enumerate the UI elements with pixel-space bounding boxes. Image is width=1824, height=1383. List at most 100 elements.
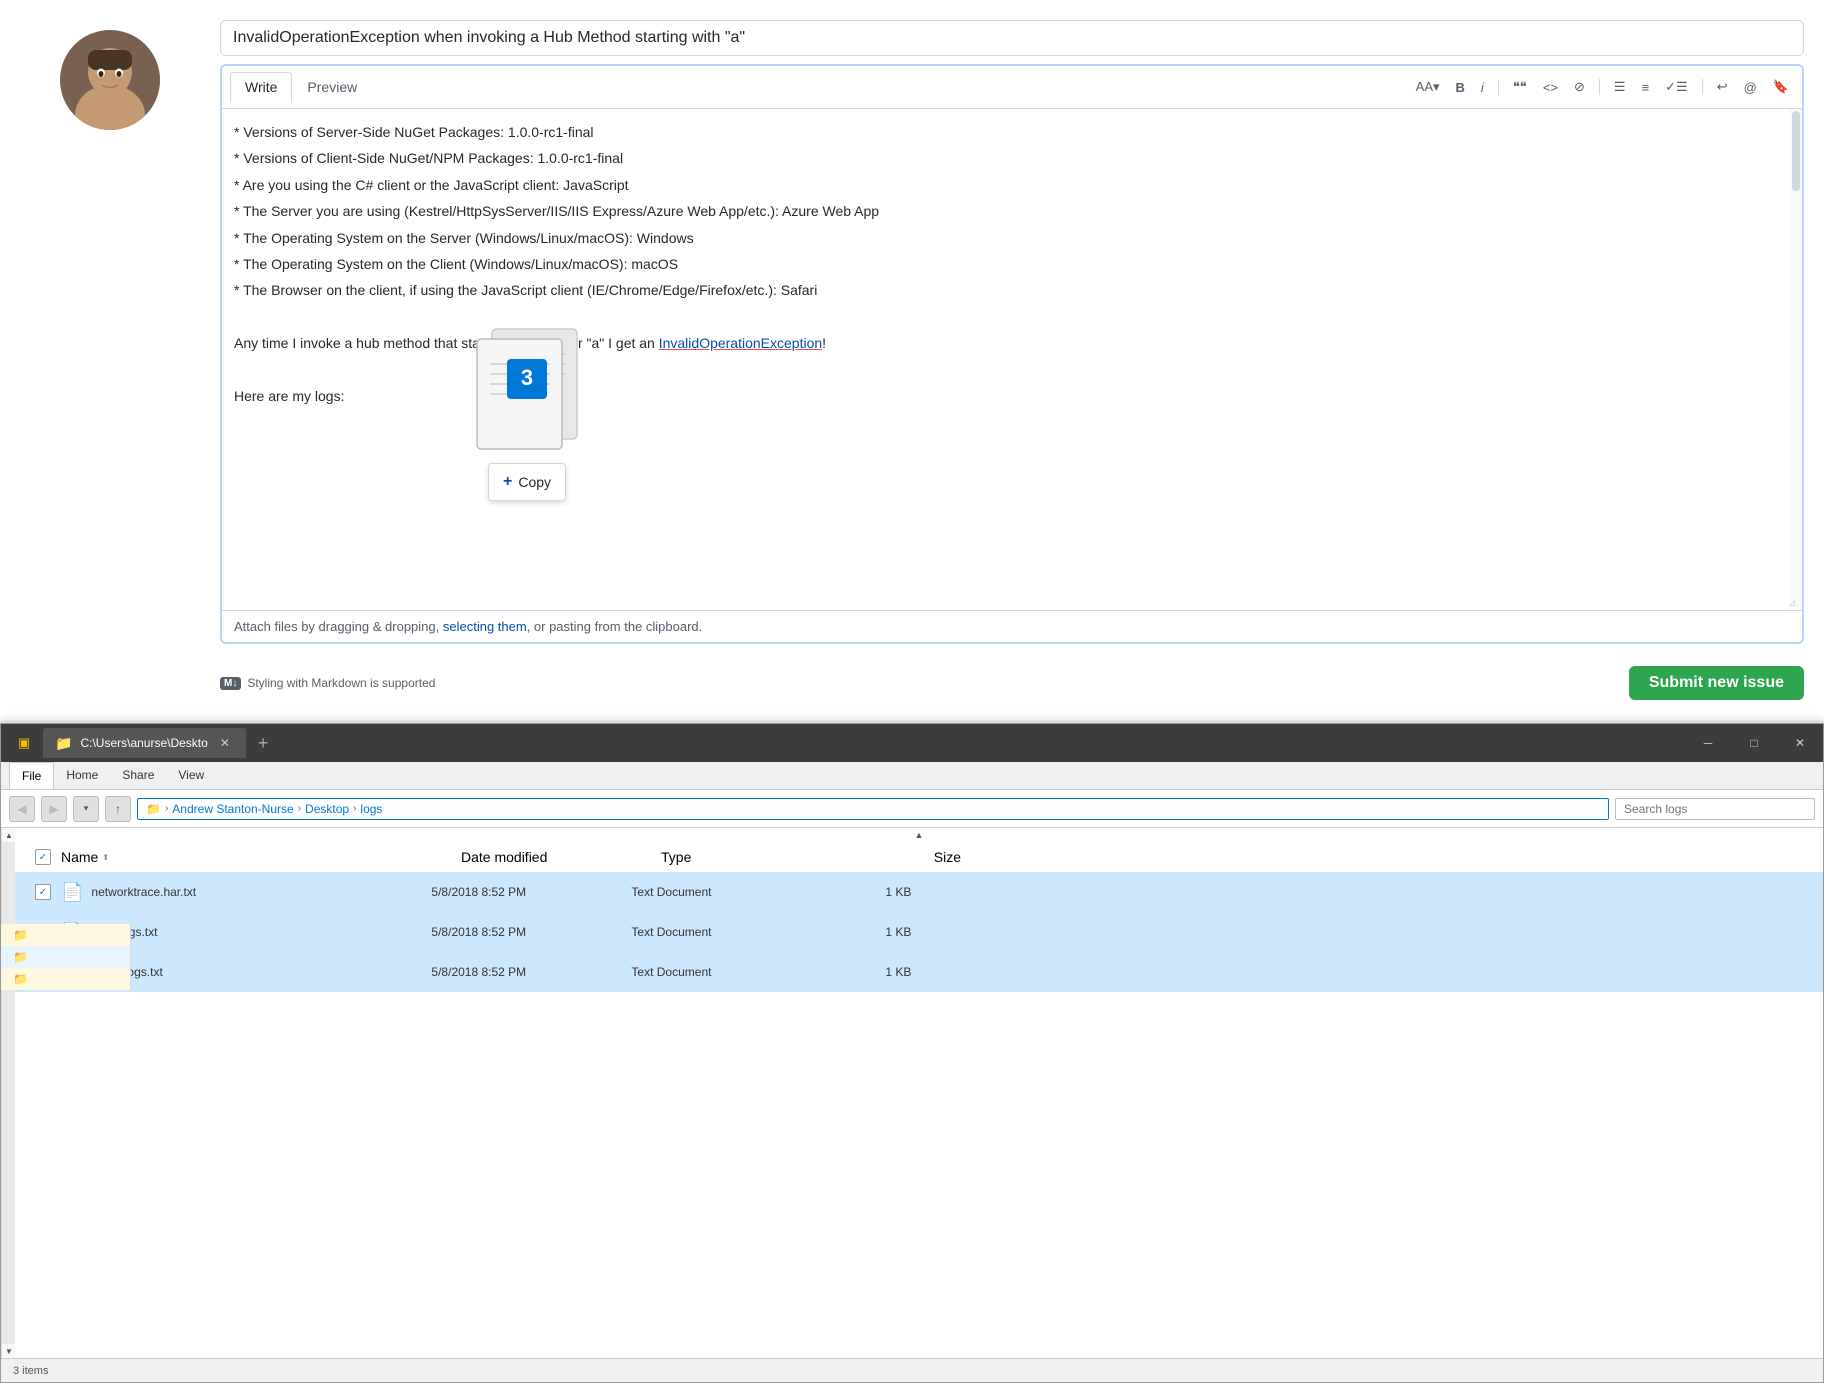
fe-sort-arrow-above: ▲ [15, 828, 1823, 842]
fe-row-checkbox-1[interactable]: ✓ [35, 884, 51, 900]
editor-tabs-bar: Write Preview AA▾ B i ❝❝ <> ⊘ ☰ ≡ ✓☰ ↩ [222, 66, 1802, 109]
fe-path-item-user[interactable]: Andrew Stanton-Nurse [172, 802, 293, 816]
fe-col-sort-icon: ⬆ [102, 853, 109, 862]
fe-ribbon-tab-share[interactable]: Share [110, 762, 166, 789]
fe-search-input[interactable] [1615, 798, 1815, 820]
submit-new-issue-button[interactable]: Submit new issue [1629, 666, 1804, 700]
fe-scroll-up-btn[interactable]: ▲ [2, 828, 16, 842]
tab-preview[interactable]: Preview [292, 72, 372, 102]
fe-ribbon-tab-file[interactable]: File [9, 762, 54, 789]
invalidop-exception-link[interactable]: InvalidOperationException [659, 335, 822, 351]
fe-path-item-desktop[interactable]: Desktop [305, 802, 349, 816]
fe-ribbon-tab-home[interactable]: Home [54, 762, 110, 789]
task-toolbar-btn[interactable]: ✓☰ [1660, 76, 1693, 98]
fe-col-size-label: Size [934, 849, 961, 865]
tab-write[interactable]: Write [230, 72, 292, 103]
fe-main-area: ▲ ▼ ▲ ✓ Name ⬆ Date modified [1, 828, 1823, 1358]
toolbar-divider-1 [1498, 79, 1499, 95]
editor-body[interactable]: * Versions of Server-Side NuGet Packages… [222, 109, 1802, 610]
fe-sidebar-folder-icon-1: 📁 [15, 928, 28, 942]
link-toolbar-btn[interactable]: ⊘ [1569, 76, 1590, 98]
fe-ribbon-tab-view[interactable]: View [166, 762, 216, 789]
toolbar-icons: AA▾ B i ❝❝ <> ⊘ ☰ ≡ ✓☰ ↩ @ 🔖 [1411, 76, 1794, 98]
attach-end: , or pasting from the clipboard. [527, 619, 703, 634]
content-line-3: * Are you using the C# client or the Jav… [234, 174, 1790, 196]
fe-tab-close-btn[interactable]: ✕ [216, 734, 234, 752]
attach-link[interactable]: selecting them [443, 619, 527, 634]
fe-tab-label: C:\Users\anurse\Deskto [80, 736, 207, 750]
fe-ribbon: File Home Share View [1, 762, 1823, 790]
fe-back-btn[interactable]: ◀ [9, 796, 35, 822]
editor-scrollbar[interactable] [1790, 109, 1802, 610]
fe-sidebar-folder-1[interactable]: 📁 [15, 924, 130, 946]
fe-col-type-label: Type [661, 849, 691, 865]
fe-cell-type-3: Text Document [631, 965, 811, 979]
form-column: Write Preview AA▾ B i ❝❝ <> ⊘ ☰ ≡ ✓☰ ↩ [220, 20, 1804, 700]
editor-resize-handle[interactable]: ⊿ [1788, 596, 1800, 608]
bookmark-toolbar-btn[interactable]: 🔖 [1768, 76, 1794, 98]
fe-folder-btn[interactable]: ▣ [9, 728, 39, 758]
table-row[interactable]: ✓ 📄 clientlogs.txt 5/8/2018 8:52 PM Text… [15, 912, 1823, 952]
copy-label: Copy [518, 471, 551, 493]
fe-cell-size-3: 1 KB [811, 965, 931, 979]
fe-left-scroll: ▲ ▼ [1, 828, 15, 1358]
issue-title-input[interactable] [220, 20, 1804, 56]
reply-toolbar-btn[interactable]: ↩ [1712, 76, 1733, 98]
fe-path-item-logs[interactable]: logs [360, 802, 382, 816]
fe-cell-size-2: 1 KB [811, 925, 931, 939]
fe-col-header-name[interactable]: Name ⬆ [61, 849, 461, 865]
avatar [60, 30, 160, 130]
fe-col-name-label: Name [61, 849, 98, 865]
italic-toolbar-btn[interactable]: i [1476, 77, 1489, 98]
bullet-toolbar-btn[interactable]: ☰ [1609, 76, 1631, 98]
fe-up-arrow-btn[interactable]: ▾ [73, 796, 99, 822]
content-line-2: * Versions of Client-Side NuGet/NPM Pack… [234, 147, 1790, 169]
fe-maximize-btn[interactable]: □ [1731, 724, 1777, 762]
fe-forward-btn[interactable]: ▶ [41, 796, 67, 822]
markdown-label: Styling with Markdown is supported [247, 676, 435, 690]
fe-col-date-label: Date modified [461, 849, 547, 865]
fe-statusbar: 3 items [1, 1358, 1823, 1382]
mention-toolbar-btn[interactable]: @ [1739, 77, 1762, 98]
fe-ribbon-tabs: File Home Share View [1, 762, 1823, 789]
table-row[interactable]: ✓ 📄 serverlogs.txt 5/8/2018 8:52 PM Text… [15, 952, 1823, 992]
bold-toolbar-btn[interactable]: B [1451, 77, 1470, 98]
fe-sidebar-folder-3[interactable]: 📁 [15, 968, 130, 990]
toolbar-divider-2 [1599, 79, 1600, 95]
fe-col-header-date[interactable]: Date modified [461, 849, 661, 865]
fe-close-window-btn[interactable]: ✕ [1777, 724, 1823, 762]
fe-cell-type-1: Text Document [631, 885, 811, 899]
fe-active-tab[interactable]: 📁 C:\Users\anurse\Deskto ✕ [43, 728, 246, 758]
copy-files-icon: 3 [452, 309, 602, 459]
fe-sidebar-folder-2[interactable]: 📁 [15, 946, 130, 968]
editor-container: Write Preview AA▾ B i ❝❝ <> ⊘ ☰ ≡ ✓☰ ↩ [220, 64, 1804, 644]
fe-col-header-size[interactable]: Size [841, 849, 961, 865]
fe-scroll-down-btn[interactable]: ▼ [2, 1344, 16, 1358]
code-toolbar-btn[interactable]: <> [1538, 77, 1563, 98]
content-line-7: * The Browser on the client, if using th… [234, 279, 1790, 301]
content-line-4: * The Server you are using (Kestrel/Http… [234, 200, 1790, 222]
avatar-column [0, 20, 220, 700]
table-row[interactable]: ✓ 📄 networktrace.har.txt 5/8/2018 8:52 P… [15, 872, 1823, 912]
svg-text:3: 3 [521, 365, 533, 390]
heading-toolbar-btn[interactable]: AA▾ [1411, 76, 1445, 98]
fe-scroll-track[interactable] [2, 842, 15, 1344]
fe-minimize-btn[interactable]: ─ [1685, 724, 1731, 762]
fe-parent-btn[interactable]: ↑ [105, 796, 131, 822]
copy-tooltip: + Copy [488, 463, 566, 501]
fe-new-tab-btn[interactable]: + [250, 733, 277, 754]
fe-content-area: ▲ ✓ Name ⬆ Date modified Type Size [15, 828, 1823, 1358]
numbered-toolbar-btn[interactable]: ≡ [1637, 77, 1655, 98]
toolbar-divider-3 [1702, 79, 1703, 95]
content-line-6: * The Operating System on the Client (Wi… [234, 253, 1790, 275]
fe-path-arrow-1: › [165, 803, 168, 814]
fe-header-checkbox[interactable]: ✓ [35, 849, 51, 865]
fe-addressbar: ◀ ▶ ▾ ↑ 📁 › Andrew Stanton-Nurse › Deskt… [1, 790, 1823, 828]
fe-cell-date-3: 5/8/2018 8:52 PM [431, 965, 631, 979]
scrollbar-thumb[interactable] [1792, 111, 1800, 191]
fe-path-bar[interactable]: 📁 › Andrew Stanton-Nurse › Desktop › log… [137, 798, 1609, 820]
copy-plus-icon: + [503, 469, 512, 495]
fe-col-header-type[interactable]: Type [661, 849, 841, 865]
editor-tabs: Write Preview [230, 72, 372, 102]
quote-toolbar-btn[interactable]: ❝❝ [1508, 76, 1532, 98]
